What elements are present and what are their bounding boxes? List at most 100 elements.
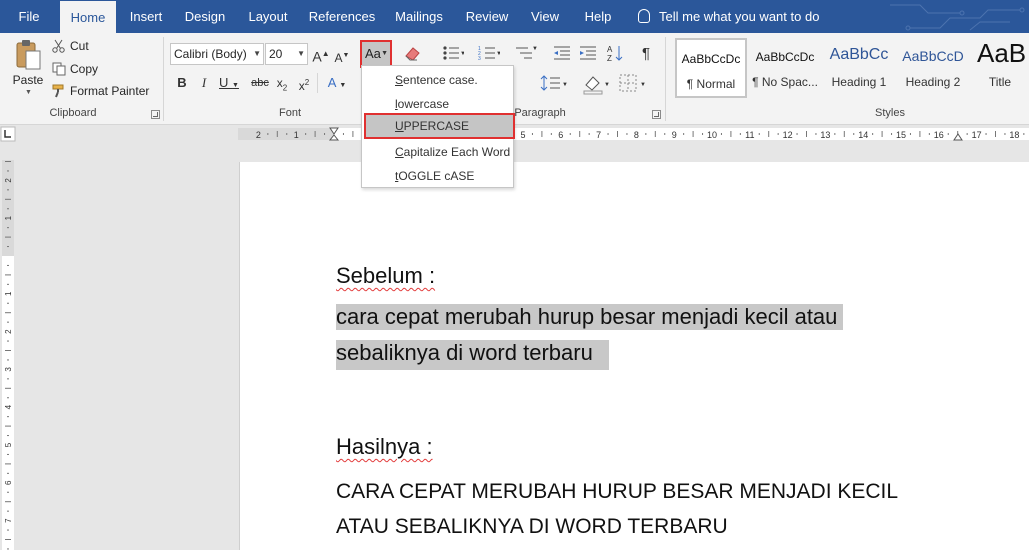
group-divider — [665, 37, 666, 121]
ruler-number: 17 — [972, 130, 982, 140]
grow-font-button[interactable]: A▲ — [312, 43, 330, 65]
ruler-number: 3 — [4, 367, 13, 372]
tab-file[interactable]: File — [8, 0, 50, 33]
ruler-number: 13 — [820, 130, 830, 140]
style-label: Heading 2 — [905, 75, 961, 89]
horizontal-ruler[interactable]: 21123456789101112131415161718 — [238, 126, 1029, 142]
circuit-decoration — [890, 4, 1025, 31]
superscript-button[interactable]: x2 — [296, 72, 312, 94]
ruler-number: 1 — [4, 215, 13, 220]
eraser-icon[interactable] — [403, 45, 423, 63]
copy-button[interactable]: Copy — [52, 59, 98, 79]
paste-dropdown-icon[interactable]: ▼ — [25, 89, 32, 96]
paste-button[interactable]: Paste ▼ — [10, 37, 46, 99]
menu-item-label: entence case. — [403, 73, 478, 87]
numbering-icon[interactable]: 123▼ — [478, 44, 500, 62]
after-label: Hasilnya : — [336, 434, 433, 460]
tell-me-text: Tell me what you want to do — [659, 9, 820, 24]
style-sample: AaBbCcD — [902, 48, 964, 64]
style-title[interactable]: AaB Title — [971, 38, 1029, 98]
style-heading-1[interactable]: AaBbCc Heading 1 — [823, 38, 895, 98]
tab-view[interactable]: View — [526, 0, 564, 33]
ruler-number: 8 — [634, 130, 639, 140]
change-case-label: Aa — [365, 46, 381, 61]
tell-me-box[interactable]: Tell me what you want to do — [638, 0, 819, 33]
svg-text:▼: ▼ — [460, 51, 464, 57]
ruler-number: 15 — [896, 130, 906, 140]
scissors-icon — [52, 39, 65, 53]
menu-item-toggle-case[interactable]: tOGGLE cASE — [364, 165, 511, 187]
underline-button[interactable]: U ▼ — [217, 72, 241, 94]
tab-home[interactable]: Home — [60, 1, 116, 33]
style-sample: AaBbCcDc — [681, 52, 741, 66]
menu-item-capitalize-each-word[interactable]: Capitalize Each Word — [364, 141, 511, 163]
font-size-combo[interactable]: 20 ▼ — [265, 43, 308, 65]
clipboard-group-label: Clipboard — [49, 107, 97, 119]
paragraph-group-label: Paragraph — [514, 107, 566, 119]
strikethrough-button[interactable]: abc — [250, 72, 270, 94]
increase-indent-icon[interactable] — [578, 44, 598, 62]
font-group-label: Font — [278, 107, 301, 119]
borders-icon[interactable]: ▼ — [618, 73, 648, 93]
menu-item-label: PPERCASE — [403, 119, 470, 133]
document-page[interactable]: Sebelum : cara cepat merubah hurup besar… — [239, 162, 1029, 550]
ruler-number: 11 — [745, 130, 754, 140]
tab-insert[interactable]: Insert — [124, 0, 168, 33]
menu-item-lowercase[interactable]: lowercase — [364, 93, 511, 115]
ruler-number: 6 — [4, 480, 13, 485]
format-painter-button[interactable]: Format Painter — [52, 81, 149, 101]
show-formatting-marks-button[interactable]: ¶ — [636, 43, 656, 65]
tab-selector-icon[interactable] — [0, 126, 16, 142]
style-normal[interactable]: AaBbCcDc ¶ Normal — [675, 38, 747, 98]
svg-text:▼: ▼ — [532, 46, 538, 52]
sort-icon[interactable]: AZ — [606, 43, 624, 63]
style-sample: AaB — [977, 38, 1027, 68]
menu-item-sentence-case[interactable]: Sentence case. — [364, 69, 511, 91]
selected-line-1[interactable]: cara cepat merubah hurup besar menjadi k… — [336, 304, 844, 330]
paintbrush-icon — [52, 84, 64, 98]
cut-button[interactable]: Cut — [52, 36, 89, 56]
selected-line-2[interactable]: sebaliknya di word terbaru — [336, 340, 609, 370]
style-heading-2[interactable]: AaBbCcD Heading 2 — [897, 38, 969, 98]
tab-layout[interactable]: Layout — [243, 0, 293, 33]
ribbon-home: Paste ▼ Cut Copy Format Painter Clipboar… — [0, 33, 1029, 125]
style-no-spacing[interactable]: AaBbCcDc ¶ No Spac... — [749, 38, 821, 98]
svg-text:3: 3 — [478, 56, 481, 62]
after-line-1[interactable]: CARA CEPAT MERUBAH HURUP BESAR MENJADI K… — [336, 480, 898, 504]
change-case-button[interactable]: Aa ▼ — [360, 40, 392, 68]
tab-references[interactable]: References — [306, 0, 378, 33]
tab-design[interactable]: Design — [180, 0, 230, 33]
tab-mailings[interactable]: Mailings — [390, 0, 448, 33]
font-name-combo[interactable]: Calibri (Body) ▼ — [170, 43, 264, 65]
text-effects-button[interactable]: A ▼ — [322, 72, 352, 94]
italic-button[interactable]: I — [196, 72, 212, 94]
bold-button[interactable]: B — [174, 72, 190, 94]
ruler-number: 7 — [4, 518, 13, 523]
menu-item-label: owercase — [397, 97, 450, 111]
ruler-number: 6 — [558, 130, 563, 140]
vertical-ruler[interactable]: 2 1 1 2 3 4 5 6 7 — [0, 160, 16, 550]
shrink-font-button[interactable]: A▼ — [333, 45, 351, 67]
tab-help[interactable]: Help — [578, 0, 618, 33]
ruler-number: 4 — [4, 404, 13, 409]
ruler-number: 1 — [294, 130, 299, 140]
decrease-indent-icon[interactable] — [552, 44, 572, 62]
clipboard-launcher-icon[interactable] — [151, 110, 160, 119]
style-label: ¶ No Spac... — [752, 75, 818, 89]
bullets-icon[interactable]: ▼ — [442, 44, 464, 62]
multilevel-list-icon[interactable]: ▼ — [514, 44, 538, 62]
ruler-number: 7 — [596, 130, 601, 140]
tab-review[interactable]: Review — [462, 0, 512, 33]
subscript-button[interactable]: x2 — [274, 72, 290, 94]
after-line-2[interactable]: ATAU SEBALIKNYA DI WORD TERBARU — [336, 515, 728, 539]
style-label: Title — [988, 75, 1012, 89]
paragraph-launcher-icon[interactable] — [652, 110, 661, 119]
shading-icon[interactable]: ▼ — [582, 73, 612, 95]
style-sample: AaBbCcDc — [755, 50, 815, 64]
menu-item-label: apitalize Each Word — [403, 145, 511, 159]
menu-item-uppercase[interactable]: UPPERCASE — [364, 113, 515, 139]
svg-text:▼: ▼ — [496, 51, 500, 57]
style-label: Heading 1 — [831, 75, 887, 89]
line-spacing-icon[interactable]: ▼ — [540, 73, 568, 93]
change-case-menu: Sentence case. lowercase UPPERCASE Capit… — [361, 65, 515, 188]
